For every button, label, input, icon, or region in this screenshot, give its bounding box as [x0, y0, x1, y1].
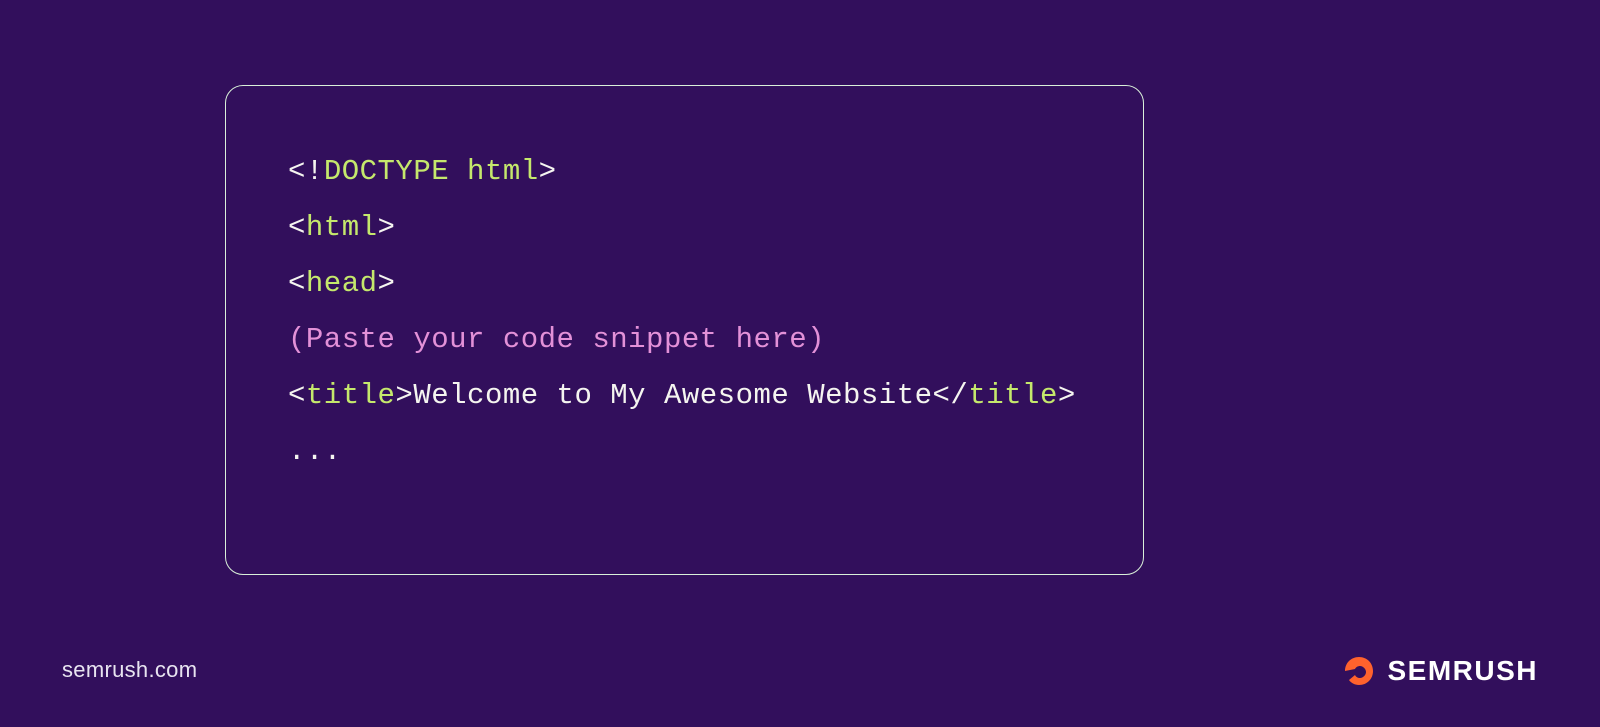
- footer-url: semrush.com: [62, 657, 197, 683]
- title-text: Welcome to My Awesome Website: [413, 379, 932, 412]
- bracket: </: [933, 379, 969, 412]
- semrush-flame-icon: [1337, 651, 1377, 691]
- code-snippet-box: <!DOCTYPE html> <html> <head> (Paste you…: [225, 85, 1144, 575]
- bracket: <!: [288, 155, 324, 188]
- tag-title-close: title: [968, 379, 1058, 412]
- code-line-placeholder: (Paste your code snippet here): [288, 312, 1081, 368]
- bracket: >: [395, 379, 413, 412]
- code-line-title: <title>Welcome to My Awesome Website</ti…: [288, 368, 1081, 424]
- bracket: >: [378, 211, 396, 244]
- brand-logo: SEMRUSH: [1337, 651, 1538, 691]
- code-line-doctype: <!DOCTYPE html>: [288, 144, 1081, 200]
- bracket: >: [539, 155, 557, 188]
- tag-doctype: DOCTYPE html: [324, 155, 539, 188]
- brand-name: SEMRUSH: [1387, 655, 1538, 687]
- bracket: <: [288, 379, 306, 412]
- code-line-ellipsis: ...: [288, 424, 1081, 480]
- bracket: >: [378, 267, 396, 300]
- bracket: <: [288, 211, 306, 244]
- tag-head: head: [306, 267, 378, 300]
- tag-html: html: [306, 211, 378, 244]
- bracket: >: [1058, 379, 1076, 412]
- tag-title-open: title: [306, 379, 396, 412]
- code-line-head: <head>: [288, 256, 1081, 312]
- bracket: <: [288, 267, 306, 300]
- code-line-html: <html>: [288, 200, 1081, 256]
